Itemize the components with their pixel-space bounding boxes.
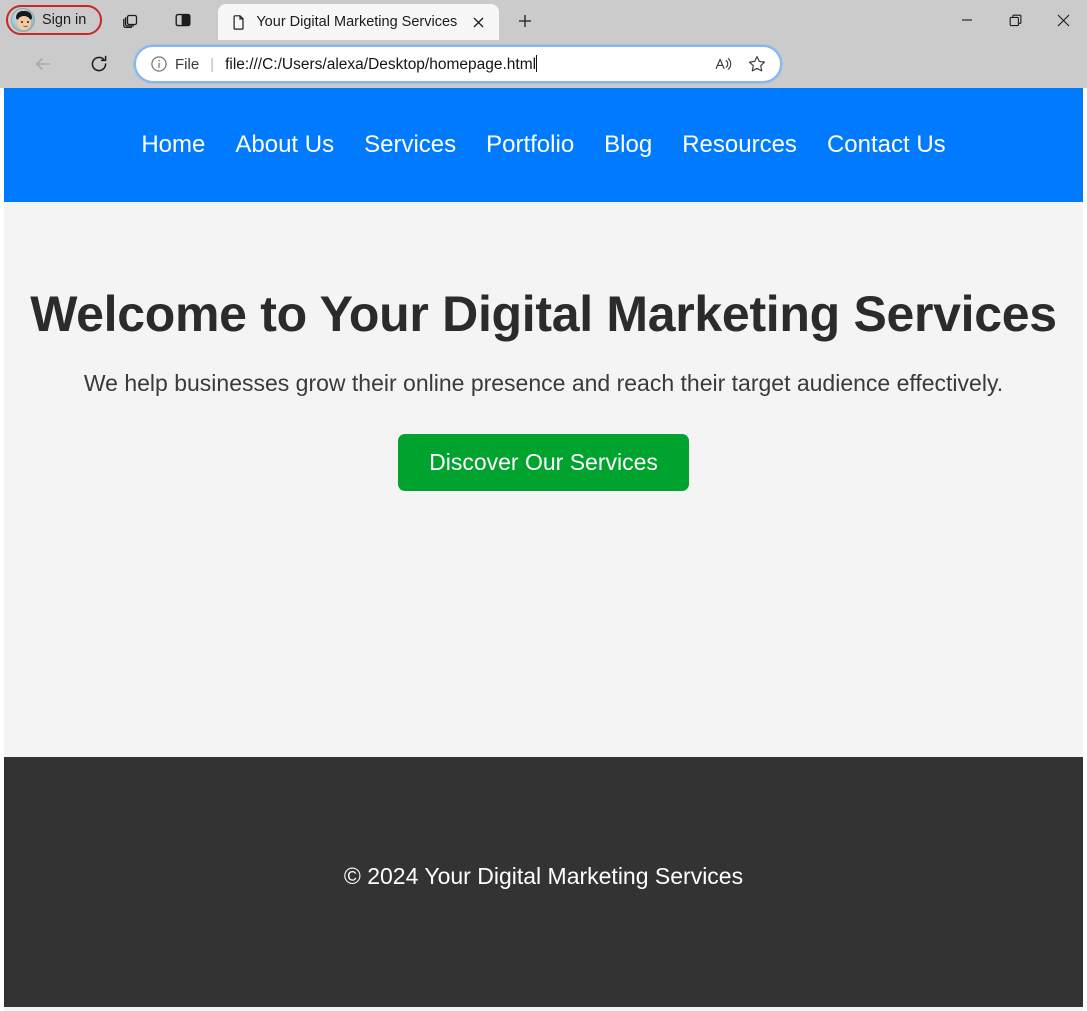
new-tab-button[interactable] [509,6,541,36]
split-screen-icon[interactable] [166,5,200,35]
tab-strip: Sign in Your Digital Marketing Services [0,0,1087,40]
close-window-button[interactable] [1039,0,1087,40]
read-aloud-icon[interactable] [706,49,740,79]
info-circle-icon[interactable] [150,55,168,73]
nav-link-home[interactable]: Home [126,131,220,159]
avatar-icon [11,8,35,32]
page-title: Welcome to Your Digital Marketing Servic… [30,286,1057,342]
text-caret [536,54,538,72]
document-icon [231,14,247,30]
address-toolbar: File | file:///C:/Users/alexa/Desktop/ho… [0,40,1087,88]
browser-tab[interactable]: Your Digital Marketing Services [218,4,500,40]
url-value: file:///C:/Users/alexa/Desktop/homepage.… [225,55,537,73]
web-page: Home About Us Services Portfolio Blog Re… [4,88,1083,1011]
nav-link-services[interactable]: Services [349,131,471,159]
nav-link-contact-us[interactable]: Contact Us [812,131,961,159]
browser-window: Sign in Your Digital Marketing Services … [0,0,1087,1011]
address-bar[interactable]: File | file:///C:/Users/alexa/Desktop/ho… [134,45,782,83]
nav-link-portfolio[interactable]: Portfolio [471,131,589,159]
site-footer: © 2024 Your Digital Marketing Services [4,757,1083,1007]
discover-our-services-button[interactable]: Discover Our Services [398,433,689,491]
sign-in-label: Sign in [42,12,87,28]
copyright-text: © 2024 Your Digital Marketing Services [343,863,744,889]
site-navigation: Home About Us Services Portfolio Blog Re… [126,131,960,159]
minimize-button[interactable] [943,0,991,40]
tab-close-button[interactable] [466,10,490,34]
collections-icon[interactable] [114,5,148,35]
tab-title: Your Digital Marketing Services [256,14,458,30]
url-text[interactable]: file:///C:/Users/alexa/Desktop/homepage.… [225,54,706,74]
hero-subtitle: We help businesses grow their online pre… [83,369,1004,396]
site-header: Home About Us Services Portfolio Blog Re… [4,88,1083,202]
back-button[interactable] [24,47,62,81]
nav-link-about-us[interactable]: About Us [220,131,349,159]
url-scheme-label: File [175,55,200,73]
nav-link-blog[interactable]: Blog [589,131,667,159]
nav-link-resources[interactable]: Resources [667,131,812,159]
url-separator: | [210,55,215,73]
window-controls [943,0,1087,40]
page-viewport: Home About Us Services Portfolio Blog Re… [0,88,1087,1011]
reload-button[interactable] [80,47,118,81]
hero-section: Welcome to Your Digital Marketing Servic… [4,202,1083,757]
sign-in-button[interactable]: Sign in [6,5,103,35]
restore-button[interactable] [991,0,1039,40]
favorite-star-icon[interactable] [740,49,774,79]
